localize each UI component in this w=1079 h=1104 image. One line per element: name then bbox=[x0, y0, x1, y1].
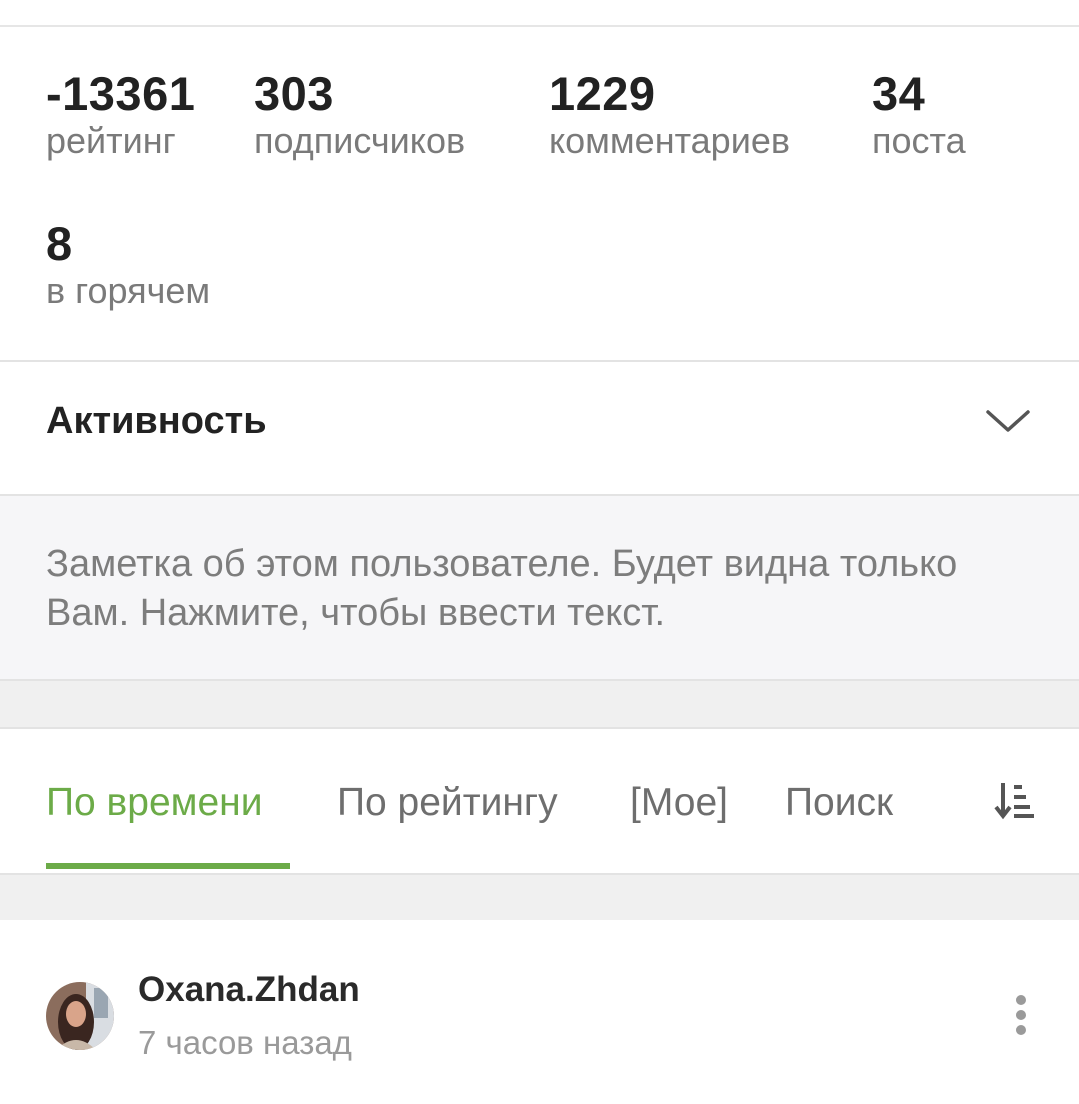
top-divider bbox=[0, 0, 1079, 27]
stat-posts-value: 34 bbox=[872, 67, 926, 120]
stat-hot-label: в горячем bbox=[46, 270, 211, 311]
stat-hot-value: 8 bbox=[46, 217, 73, 270]
tab-by-rating[interactable]: По рейтингу bbox=[337, 781, 558, 825]
active-tab-indicator bbox=[46, 863, 290, 869]
stat-comments[interactable]: 1229 комментариев bbox=[549, 67, 790, 163]
stat-hot[interactable]: 8 в горячем bbox=[46, 217, 210, 313]
section-gap bbox=[0, 875, 1079, 920]
comment-card: Oxana.Zhdan 7 часов назад bbox=[0, 920, 1079, 1104]
tab-mine[interactable]: [Мое] bbox=[630, 781, 728, 825]
tab-search[interactable]: Поиск bbox=[785, 781, 893, 825]
profile-stats: -13361 рейтинг 303 подписчиков 1229 комм… bbox=[0, 27, 1079, 360]
user-note-field[interactable]: Заметка об этом пользователе. Будет видн… bbox=[0, 496, 1079, 679]
sort-icon[interactable] bbox=[994, 779, 1038, 823]
stat-comments-label: комментариев bbox=[549, 120, 790, 161]
comment-sort-tabs: По времени По рейтингу [Мое] Поиск bbox=[0, 729, 1079, 873]
stat-rating-label: рейтинг bbox=[46, 120, 176, 161]
activity-section[interactable]: Активность bbox=[0, 362, 1079, 494]
stat-rating: -13361 рейтинг bbox=[46, 67, 195, 163]
stat-subscribers-label: подписчиков bbox=[254, 120, 466, 161]
stat-subscribers-value: 303 bbox=[254, 67, 334, 120]
stat-comments-value: 1229 bbox=[549, 67, 656, 120]
chevron-down-icon[interactable] bbox=[984, 406, 1032, 436]
tab-by-time[interactable]: По времени bbox=[46, 781, 262, 825]
stat-posts-label: поста bbox=[872, 120, 966, 161]
stat-subscribers[interactable]: 303 подписчиков bbox=[254, 67, 465, 163]
avatar[interactable] bbox=[46, 982, 114, 1050]
user-note-placeholder: Заметка об этом пользователе. Будет видн… bbox=[46, 543, 958, 634]
more-vertical-icon[interactable] bbox=[1010, 994, 1032, 1038]
comment-author[interactable]: Oxana.Zhdan bbox=[138, 970, 360, 1010]
stat-posts[interactable]: 34 поста bbox=[872, 67, 966, 163]
stat-rating-value: -13361 bbox=[46, 67, 196, 120]
section-gap bbox=[0, 681, 1079, 727]
comment-timestamp: 7 часов назад bbox=[138, 1024, 352, 1061]
activity-title: Активность bbox=[46, 400, 267, 442]
